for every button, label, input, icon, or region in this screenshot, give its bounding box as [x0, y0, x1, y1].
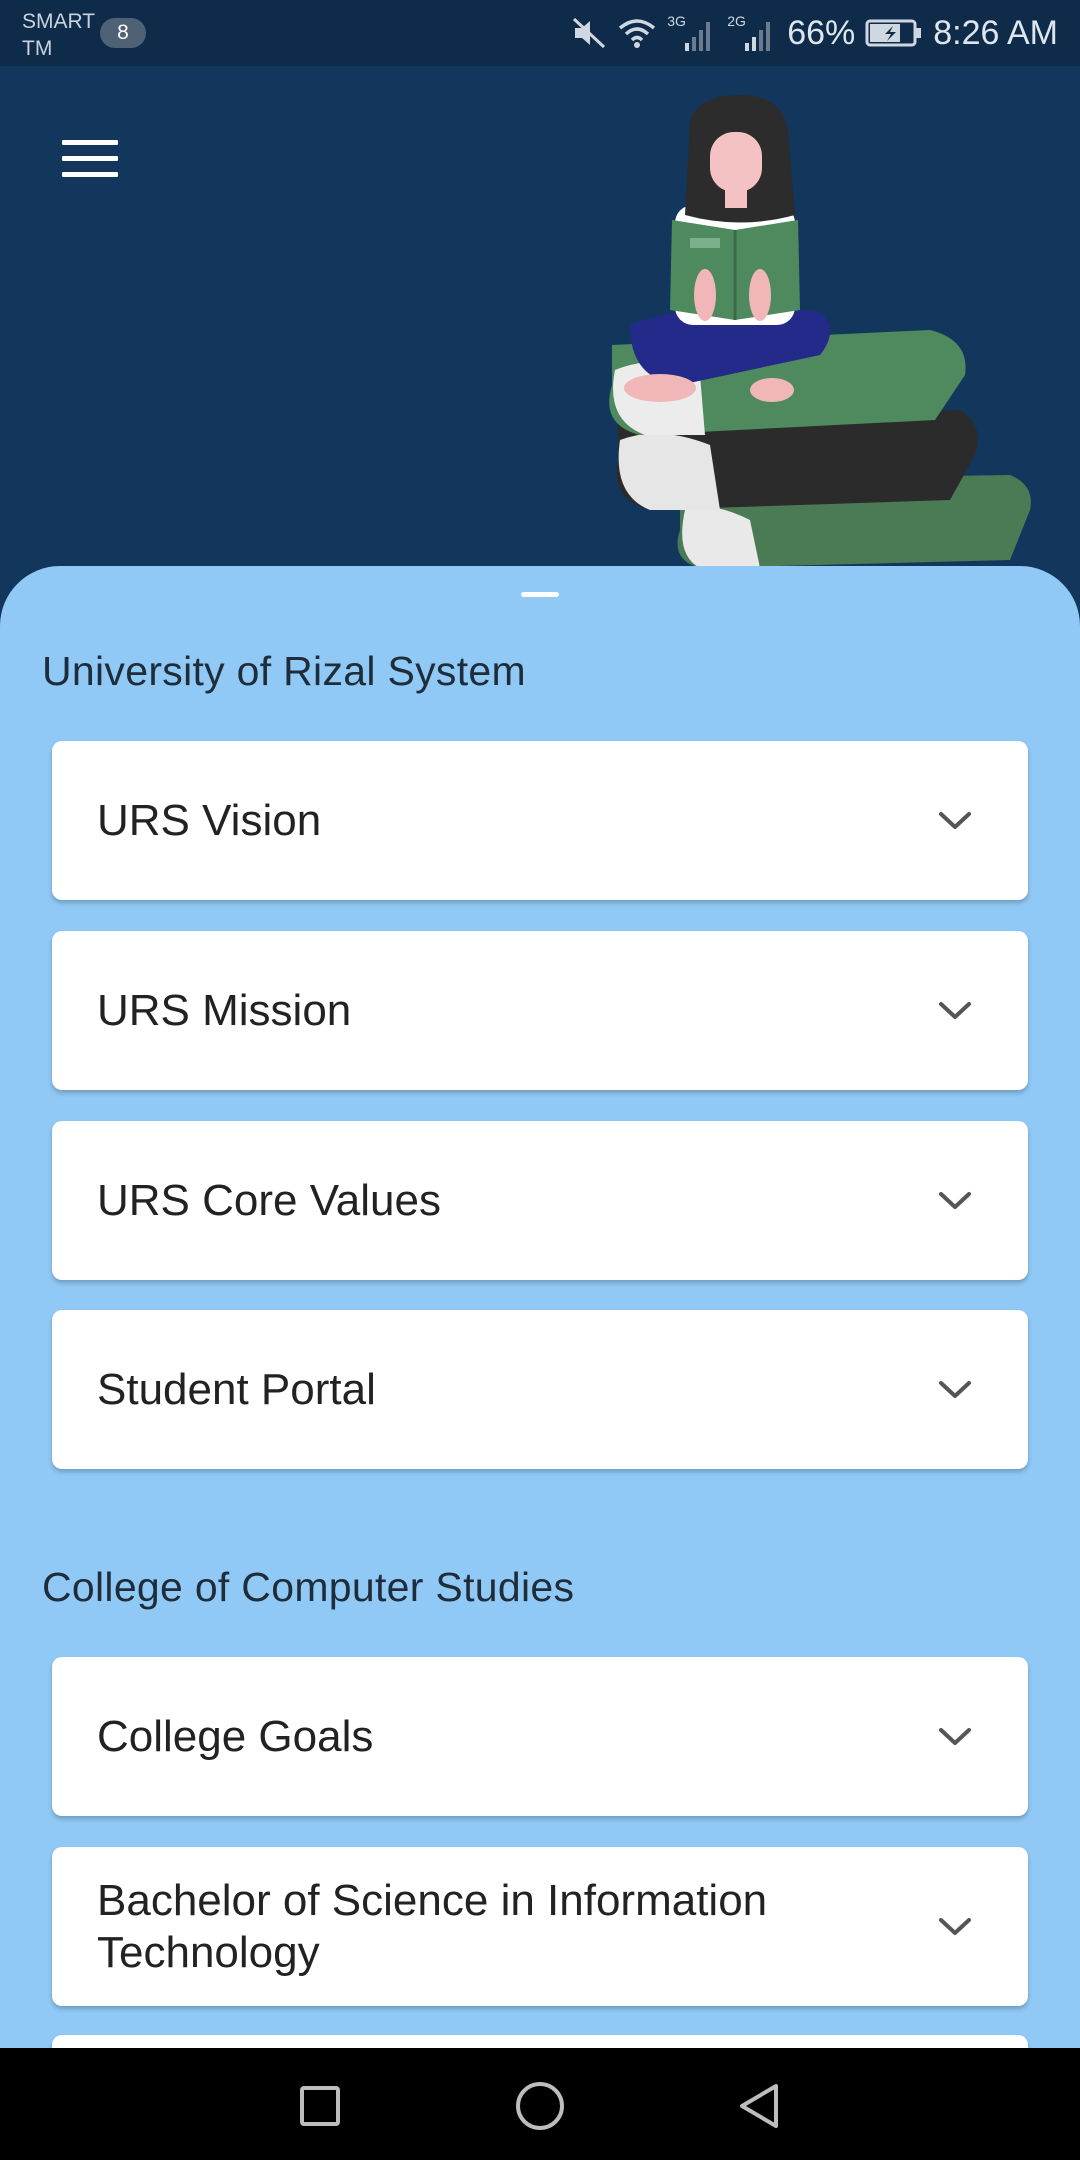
accordion-label: Student Portal [97, 1364, 376, 1414]
status-bar: SMART TM 8 3G 2G 66% 8:26 AM [0, 0, 1080, 66]
notification-badge: 8 [100, 18, 146, 48]
carrier-label: SMART TM [22, 8, 95, 62]
carrier-line-2: TM [22, 37, 53, 60]
battery-charging-icon [865, 19, 922, 47]
menu-line [62, 172, 118, 177]
chevron-down-icon [939, 1380, 971, 1398]
chevron-down-icon [939, 1001, 971, 1019]
accordion-college-goals[interactable]: College Goals [52, 1657, 1028, 1816]
menu-line [62, 140, 118, 145]
mute-icon [573, 17, 606, 49]
section-title-college: College of Computer Studies [42, 1564, 575, 1610]
accordion-label: URS Mission [97, 985, 352, 1035]
content-sheet[interactable]: University of Rizal System URS Vision UR… [0, 566, 1080, 2048]
accordion-urs-core-values[interactable]: URS Core Values [52, 1121, 1028, 1280]
home-icon[interactable] [510, 2076, 570, 2136]
accordion-urs-mission[interactable]: URS Mission [52, 931, 1028, 1090]
clock: 8:26 AM [933, 13, 1058, 52]
accordion-label: Bachelor of Science in Information Techn… [97, 1875, 768, 1977]
navigation-bar [0, 2048, 1080, 2160]
wifi-icon [619, 19, 656, 48]
accordion-label: URS Core Values [97, 1175, 441, 1225]
back-icon[interactable] [730, 2076, 790, 2136]
accordion-student-portal[interactable]: Student Portal [52, 1310, 1028, 1469]
accordion-bsit[interactable]: Bachelor of Science in Information Techn… [52, 1847, 1028, 2006]
section-title-university: University of Rizal System [42, 648, 526, 694]
accordion-next-partial[interactable] [52, 2035, 1028, 2048]
signal-icon [685, 22, 711, 51]
accordion-label: College Goals [97, 1711, 374, 1761]
recent-apps-icon[interactable] [290, 2076, 350, 2136]
carrier-line-1: SMART [22, 10, 96, 33]
hamburger-menu-icon[interactable] [62, 140, 118, 180]
status-icons: 3G 2G 66% 8:26 AM [571, 0, 1058, 66]
chevron-down-icon [939, 1727, 971, 1745]
signal-icon [745, 22, 771, 51]
menu-line [62, 156, 118, 161]
signal-group-2g: 2G [727, 13, 777, 53]
chevron-down-icon [939, 1191, 971, 1209]
signal-group-3g: 3G [667, 13, 717, 53]
drag-handle[interactable] [521, 592, 559, 597]
battery-percent: 66% [787, 13, 856, 52]
screen: SMART TM 8 3G 2G 66% 8:26 AM University … [0, 0, 1080, 2160]
chevron-down-icon [939, 811, 971, 829]
reading-girl-illustration [609, 95, 1031, 568]
chevron-down-icon [939, 1917, 971, 1935]
accordion-urs-vision[interactable]: URS Vision [52, 741, 1028, 900]
accordion-label: URS Vision [97, 795, 322, 845]
